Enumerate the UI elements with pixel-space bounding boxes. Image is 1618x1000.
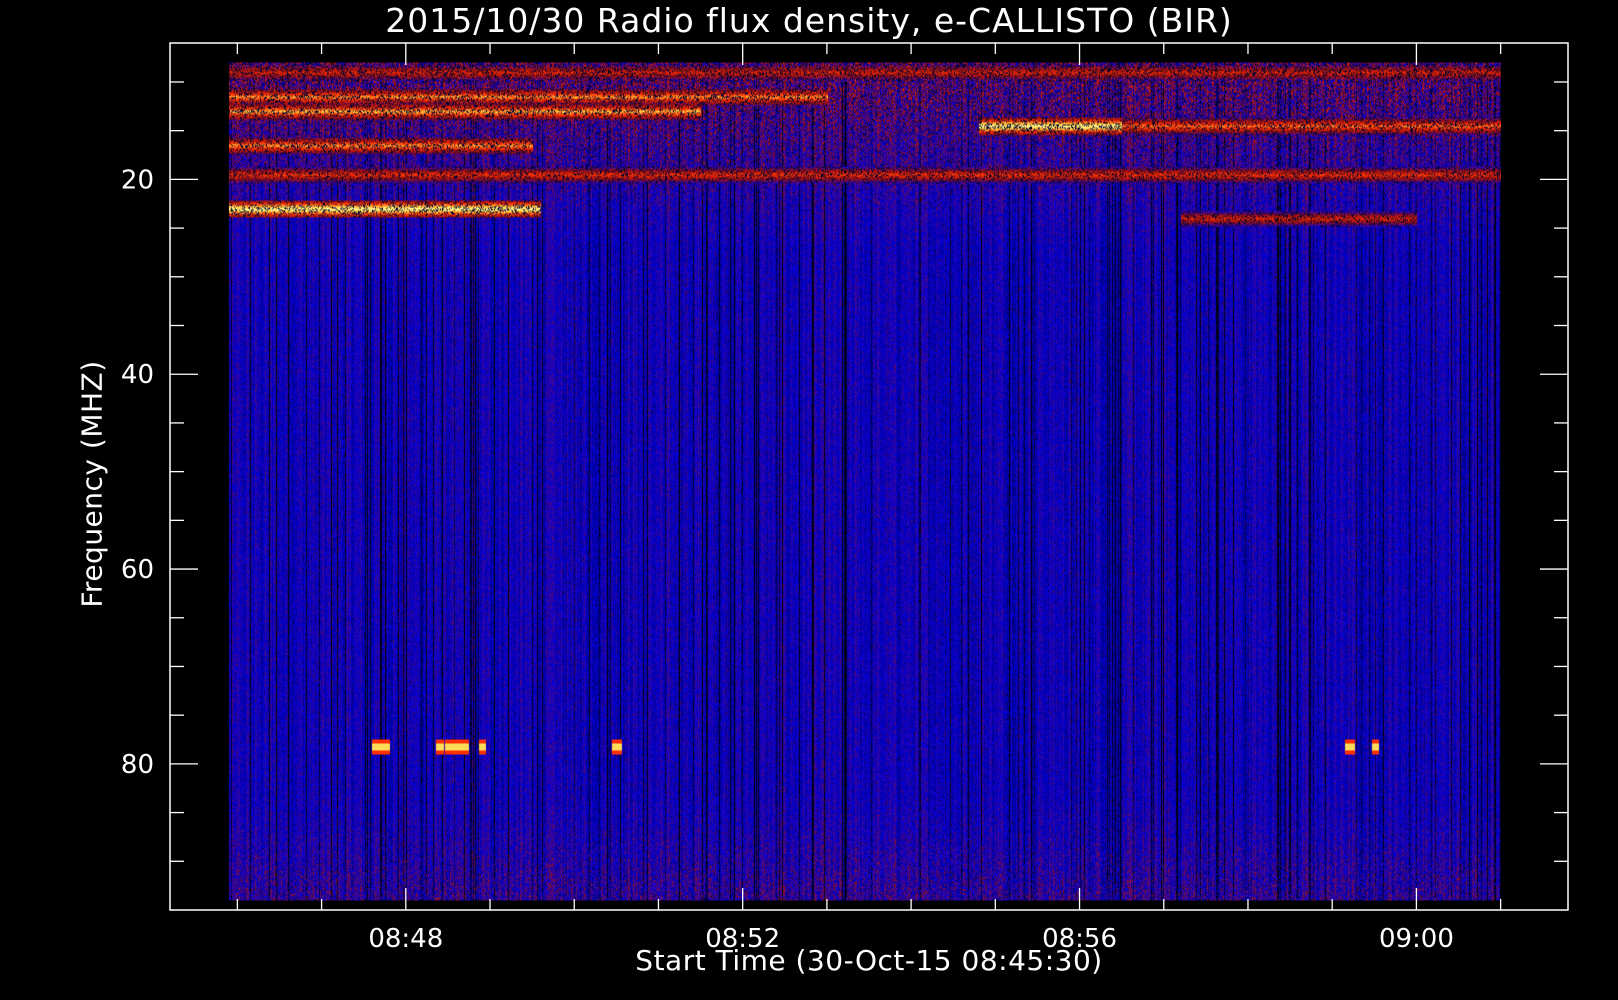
y-tick-label: 20 <box>121 165 154 195</box>
y-tick-label: 60 <box>121 555 154 585</box>
spectrogram-image <box>228 62 1501 901</box>
y-tick-label: 80 <box>121 750 154 780</box>
plot-area: 08:48 08:52 08:56 09:00 20406080 <box>121 42 1569 954</box>
y-tick-label: 40 <box>121 360 154 390</box>
spectrogram-heatmap <box>228 62 1501 901</box>
x-axis-label: Start Time (30-Oct-15 08:45:30) <box>635 944 1103 977</box>
y-axis-label: Frequency (MHZ) <box>75 360 109 608</box>
spectrogram-figure: 2015/10/30 Radio flux density, e-CALLIST… <box>0 0 1618 1000</box>
